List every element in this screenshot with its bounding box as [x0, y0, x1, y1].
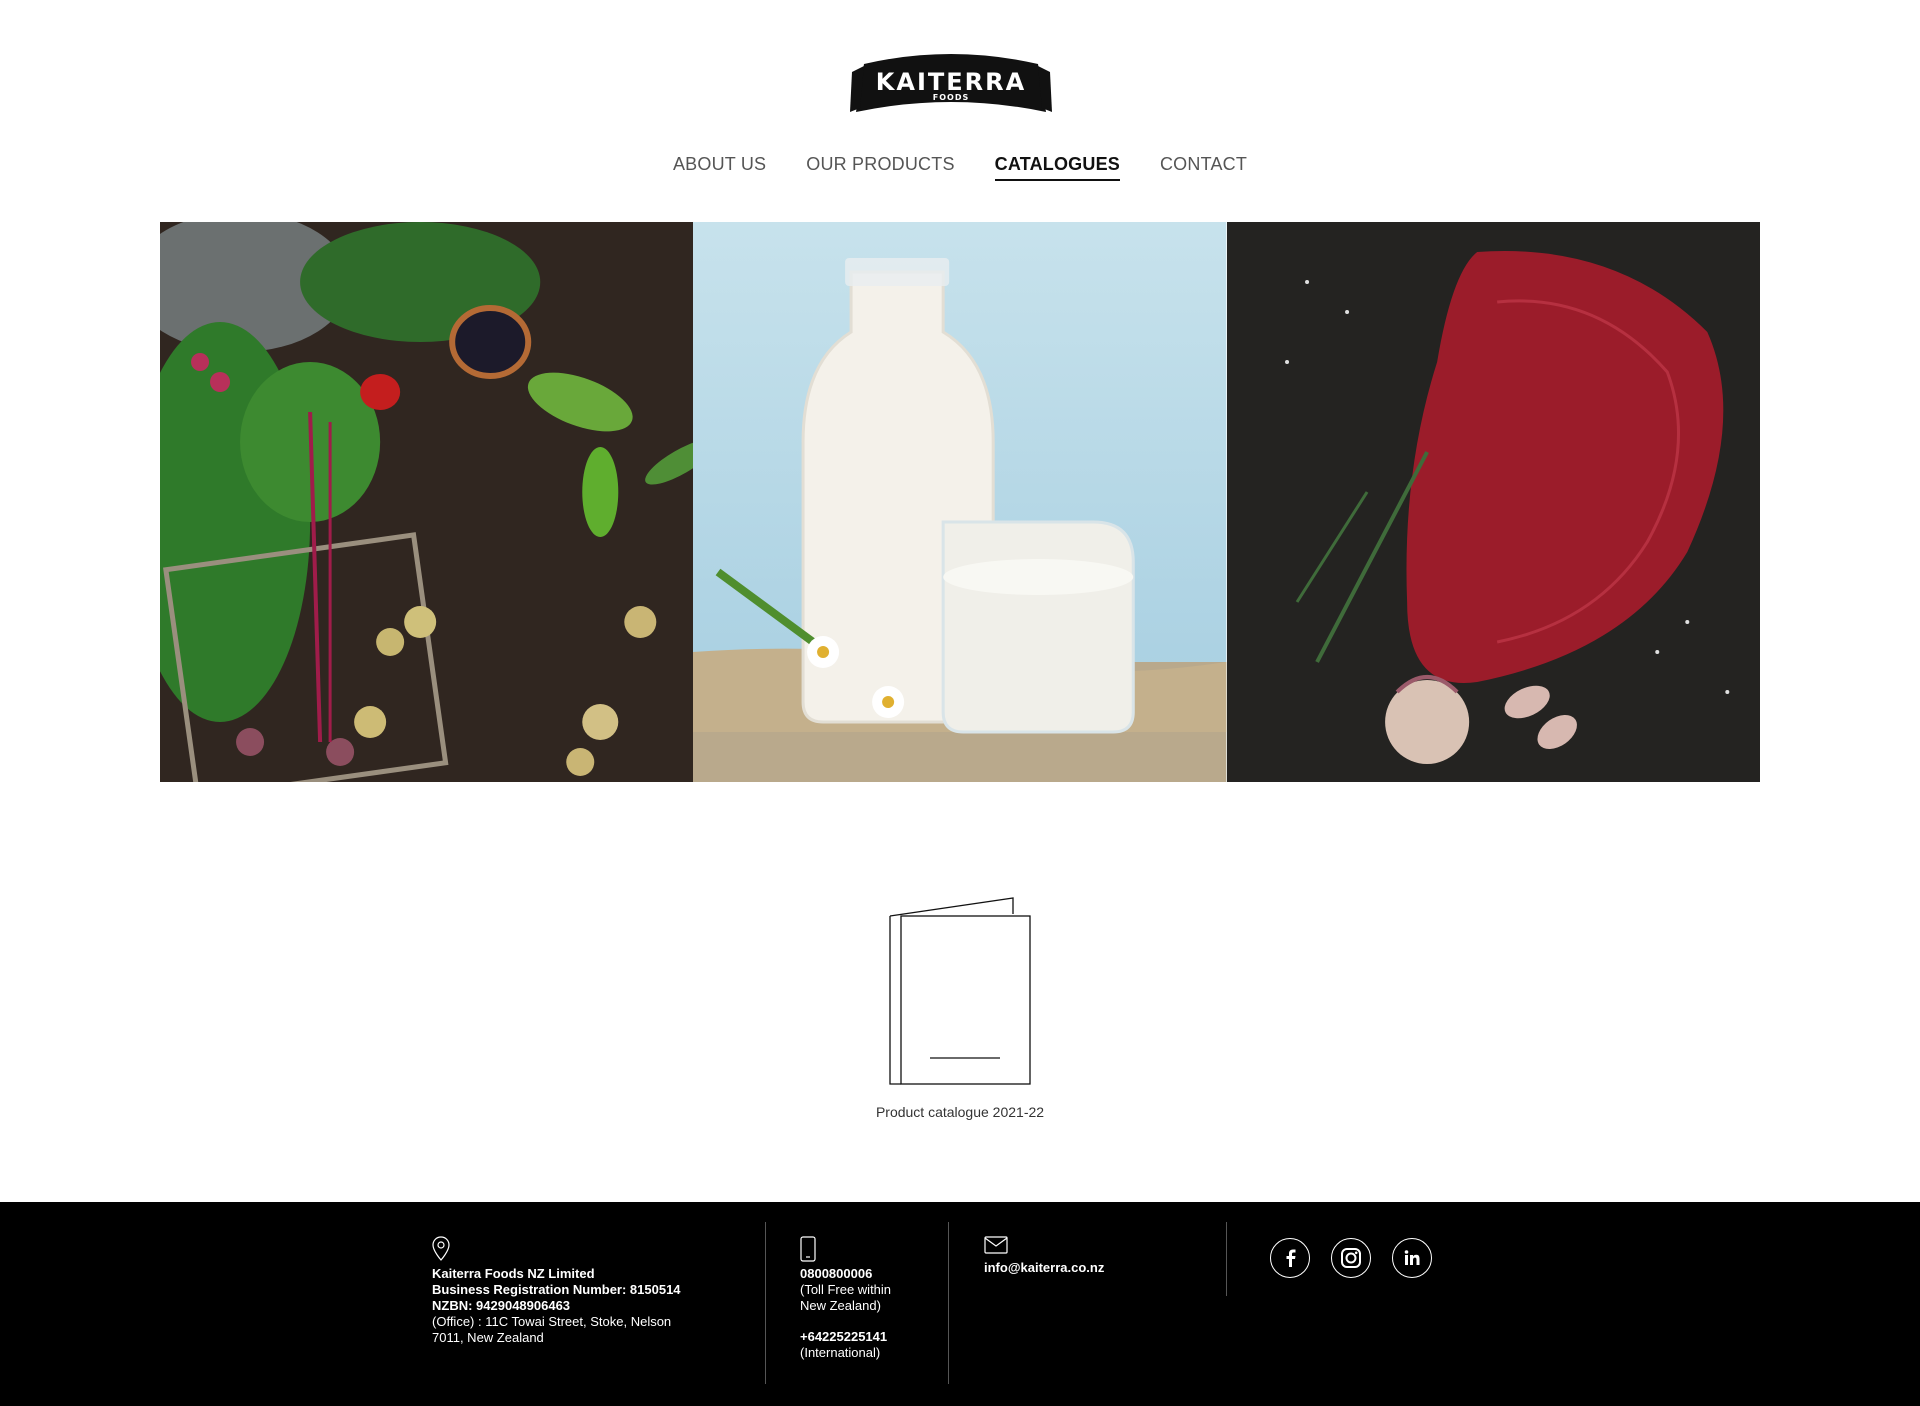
location-pin-icon: [432, 1236, 450, 1261]
nav-about-us[interactable]: ABOUT US: [673, 154, 766, 181]
tollfree-note-2: New Zealand): [800, 1298, 881, 1313]
milk-image: [693, 222, 1227, 782]
nzbn: NZBN: 9429048906463: [432, 1298, 571, 1313]
phone-block: 0800800006 (Toll Free within New Zealand…: [800, 1236, 891, 1361]
footer-divider-1: [765, 1222, 766, 1384]
nav-catalogues[interactable]: CATALOGUES: [994, 154, 1120, 181]
email-address[interactable]: info@kaiterra.co.nz: [984, 1260, 1104, 1276]
nav-our-products[interactable]: OUR PRODUCTS: [806, 154, 954, 181]
business-registration: Business Registration Number: 8150514: [432, 1282, 681, 1297]
address-block: Kaiterra Foods NZ Limited Business Regis…: [432, 1236, 681, 1346]
email-block: info@kaiterra.co.nz: [984, 1236, 1104, 1276]
linkedin-icon[interactable]: [1392, 1238, 1432, 1278]
email-icon: [984, 1236, 1008, 1254]
footer-divider-2: [948, 1222, 949, 1384]
brand-name: KAITERRA: [875, 68, 1027, 96]
main-nav: ABOUT US OUR PRODUCTS CATALOGUES CONTACT: [0, 154, 1920, 181]
company-name: Kaiterra Foods NZ Limited: [432, 1266, 595, 1281]
catalogue-brochure-icon[interactable]: [880, 896, 1040, 1086]
catalogue-label[interactable]: Product catalogue 2021-22: [0, 1104, 1920, 1120]
international-number[interactable]: +64225225141: [800, 1329, 891, 1345]
footer-divider-3: [1226, 1222, 1227, 1296]
hero-gallery: [160, 222, 1760, 782]
facebook-icon[interactable]: [1270, 1238, 1310, 1278]
brand-sub: FOODS: [932, 93, 970, 102]
site-footer: Kaiterra Foods NZ Limited Business Regis…: [0, 1202, 1920, 1406]
tollfree-note-1: (Toll Free within: [800, 1282, 892, 1297]
instagram-icon[interactable]: [1331, 1238, 1371, 1278]
brand-logo[interactable]: KAITERRA FOODS: [850, 50, 1052, 118]
office-address-line1: (Office) : 11C Towai Street, Stoke, Nels…: [432, 1314, 672, 1329]
nav-contact[interactable]: CONTACT: [1160, 154, 1247, 181]
vegetables-image: [160, 222, 694, 782]
mobile-phone-icon: [800, 1236, 816, 1262]
international-note: (International): [800, 1345, 881, 1360]
meat-image: [1226, 222, 1760, 782]
office-address-line2: 7011, New Zealand: [432, 1330, 544, 1345]
tollfree-number[interactable]: 0800800006: [800, 1266, 891, 1282]
